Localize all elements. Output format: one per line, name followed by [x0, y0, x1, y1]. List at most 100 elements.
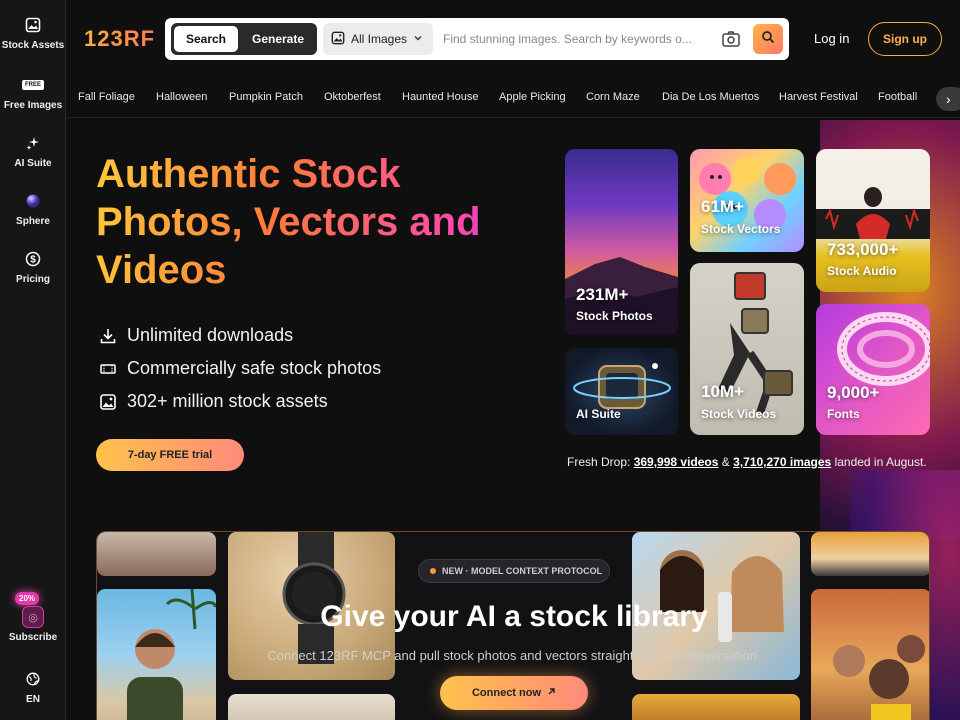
search-submit-button[interactable] — [753, 24, 783, 54]
feature-text: Unlimited downloads — [127, 325, 294, 345]
search-mode-toggle: Search Generate — [171, 23, 317, 55]
category-link[interactable]: Harvest Festival — [779, 91, 858, 103]
header: 123RF Search Generate All Images Find st… — [66, 0, 960, 78]
category-link[interactable]: Oktoberfest — [324, 91, 381, 103]
image-icon — [331, 31, 345, 48]
sidebar-item-pricing[interactable]: $ Pricing — [0, 250, 66, 285]
mcp-banner: NEW · MODEL CONTEXT PROTOCOL Give your A… — [96, 531, 930, 720]
card-stock-audio[interactable]: 733,000+ Stock Audio — [816, 149, 930, 292]
search-input[interactable] — [443, 25, 703, 53]
sidebar-item-label: Sphere — [16, 216, 50, 227]
globe-icon — [24, 670, 42, 688]
feature-item: 302+ million stock assets — [98, 391, 328, 412]
arrow-up-right-icon — [547, 687, 556, 699]
card-label: AI Suite — [576, 407, 621, 421]
sidebar-item-ai-suite[interactable]: AI Suite — [0, 134, 66, 169]
card-stock-videos[interactable]: 10M+ Stock Videos — [690, 263, 804, 435]
category-link[interactable]: Apple Picking — [499, 91, 566, 103]
asset-type-select[interactable]: All Images — [323, 23, 433, 55]
sidebar: Stock Assets FREE Free Images AI Suite S… — [0, 0, 66, 720]
ticket-icon — [98, 359, 118, 379]
login-link[interactable]: Log in — [814, 31, 849, 46]
discount-badge: 20% — [15, 592, 40, 605]
search-icon — [761, 30, 775, 49]
category-link[interactable]: Football — [878, 91, 917, 103]
chevron-right-icon: › — [946, 91, 951, 107]
card-ai-suite[interactable]: AI Suite — [565, 348, 678, 435]
search-bar: Search Generate All Images — [165, 18, 789, 60]
feature-text: 302+ million stock assets — [127, 391, 328, 411]
fresh-drop-and: & — [721, 455, 730, 469]
chevron-down-icon — [413, 32, 423, 46]
card-label: Stock Videos — [701, 407, 777, 421]
language-label: EN — [26, 694, 40, 705]
card-label: Fonts — [827, 407, 860, 421]
sidebar-item-label: Free Images — [3, 100, 63, 111]
sphere-icon — [24, 192, 42, 210]
category-link[interactable]: Haunted House — [402, 91, 478, 103]
card-fonts[interactable]: 9,000+ Fonts — [816, 304, 930, 435]
banner-image — [228, 694, 395, 720]
category-next-button[interactable]: › — [936, 87, 960, 111]
connect-label: Connect now — [471, 687, 542, 699]
feature-item: Unlimited downloads — [98, 325, 293, 346]
language-selector[interactable]: EN — [0, 670, 66, 705]
subscribe-badge: 20% ◎ — [15, 592, 48, 628]
fresh-images-link[interactable]: 3,710,270 images — [733, 455, 831, 469]
sidebar-item-sphere[interactable]: Sphere — [0, 192, 66, 227]
banner-subtitle: Connect 123RF MCP and pull stock photos … — [267, 648, 761, 663]
camera-icon[interactable] — [721, 29, 741, 49]
signup-button[interactable]: Sign up — [868, 22, 942, 56]
sidebar-item-free-images[interactable]: FREE Free Images — [0, 76, 66, 111]
banner-image — [811, 532, 929, 576]
category-link[interactable]: Fall Foliage — [78, 91, 135, 103]
sidebar-item-label: Pricing — [16, 274, 50, 285]
connect-now-button[interactable]: Connect now — [440, 676, 588, 710]
subscribe-button[interactable]: 20% ◎ Subscribe — [0, 592, 66, 643]
new-badge-text: NEW · MODEL CONTEXT PROTOCOL — [442, 566, 603, 576]
banner-title: Give your AI a stock library — [320, 600, 708, 633]
free-badge: FREE — [22, 80, 45, 90]
fresh-drop-suffix: landed in August. — [834, 455, 927, 469]
mountain-image — [565, 257, 678, 335]
sidebar-item-stock-assets[interactable]: Stock Assets — [0, 16, 66, 51]
feature-item: Commercially safe stock photos — [98, 358, 381, 379]
card-count: 9,000+ — [827, 383, 880, 402]
card-stock-photos[interactable]: 231M+ Stock Photos — [565, 149, 678, 335]
card-stock-vectors[interactable]: 61M+ Stock Vectors — [690, 149, 804, 252]
generate-mode-button[interactable]: Generate — [243, 26, 313, 52]
tv-image — [573, 363, 671, 409]
card-label: Stock Vectors — [701, 222, 781, 236]
download-icon — [98, 326, 118, 346]
card-count: 231M+ — [576, 285, 629, 304]
category-link[interactable]: Dia De Los Muertos — [662, 91, 759, 103]
banner-image — [97, 532, 216, 576]
banner-image — [632, 694, 800, 720]
card-count: 733,000+ — [827, 240, 899, 259]
fresh-videos-link[interactable]: 369,998 videos — [634, 455, 719, 469]
fresh-drop-text: Fresh Drop: 369,998 videos & 3,710,270 i… — [567, 455, 927, 469]
sparkle-icon — [24, 134, 42, 152]
search-mode-button[interactable]: Search — [174, 26, 238, 52]
status-dot-icon — [430, 568, 436, 574]
sidebar-item-label: Stock Assets — [1, 40, 65, 51]
card-label: Stock Audio — [827, 264, 897, 278]
image-icon — [24, 16, 42, 34]
logo[interactable]: 123RF — [84, 26, 155, 52]
fresh-drop-prefix: Fresh Drop: — [567, 455, 631, 469]
card-label: Stock Photos — [576, 309, 653, 323]
free-trial-button[interactable]: 7-day FREE trial — [96, 439, 244, 471]
page: Stock Assets FREE Free Images AI Suite S… — [0, 0, 960, 720]
category-link[interactable]: Pumpkin Patch — [229, 91, 303, 103]
svg-text:$: $ — [30, 255, 36, 266]
category-bar: Fall Foliage Halloween Pumpkin Patch Okt… — [66, 78, 960, 118]
card-count: 61M+ — [701, 197, 744, 216]
category-link[interactable]: Corn Maze — [586, 91, 640, 103]
dollar-icon: $ — [24, 250, 42, 268]
category-link[interactable]: Halloween — [156, 91, 207, 103]
sidebar-item-label: AI Suite — [14, 158, 52, 169]
feature-text: Commercially safe stock photos — [127, 358, 382, 378]
hero-headline: Authentic Stock Photos, Vectors and Vide… — [96, 150, 536, 294]
new-badge: NEW · MODEL CONTEXT PROTOCOL — [418, 559, 610, 583]
asset-type-value: All Images — [351, 32, 408, 46]
